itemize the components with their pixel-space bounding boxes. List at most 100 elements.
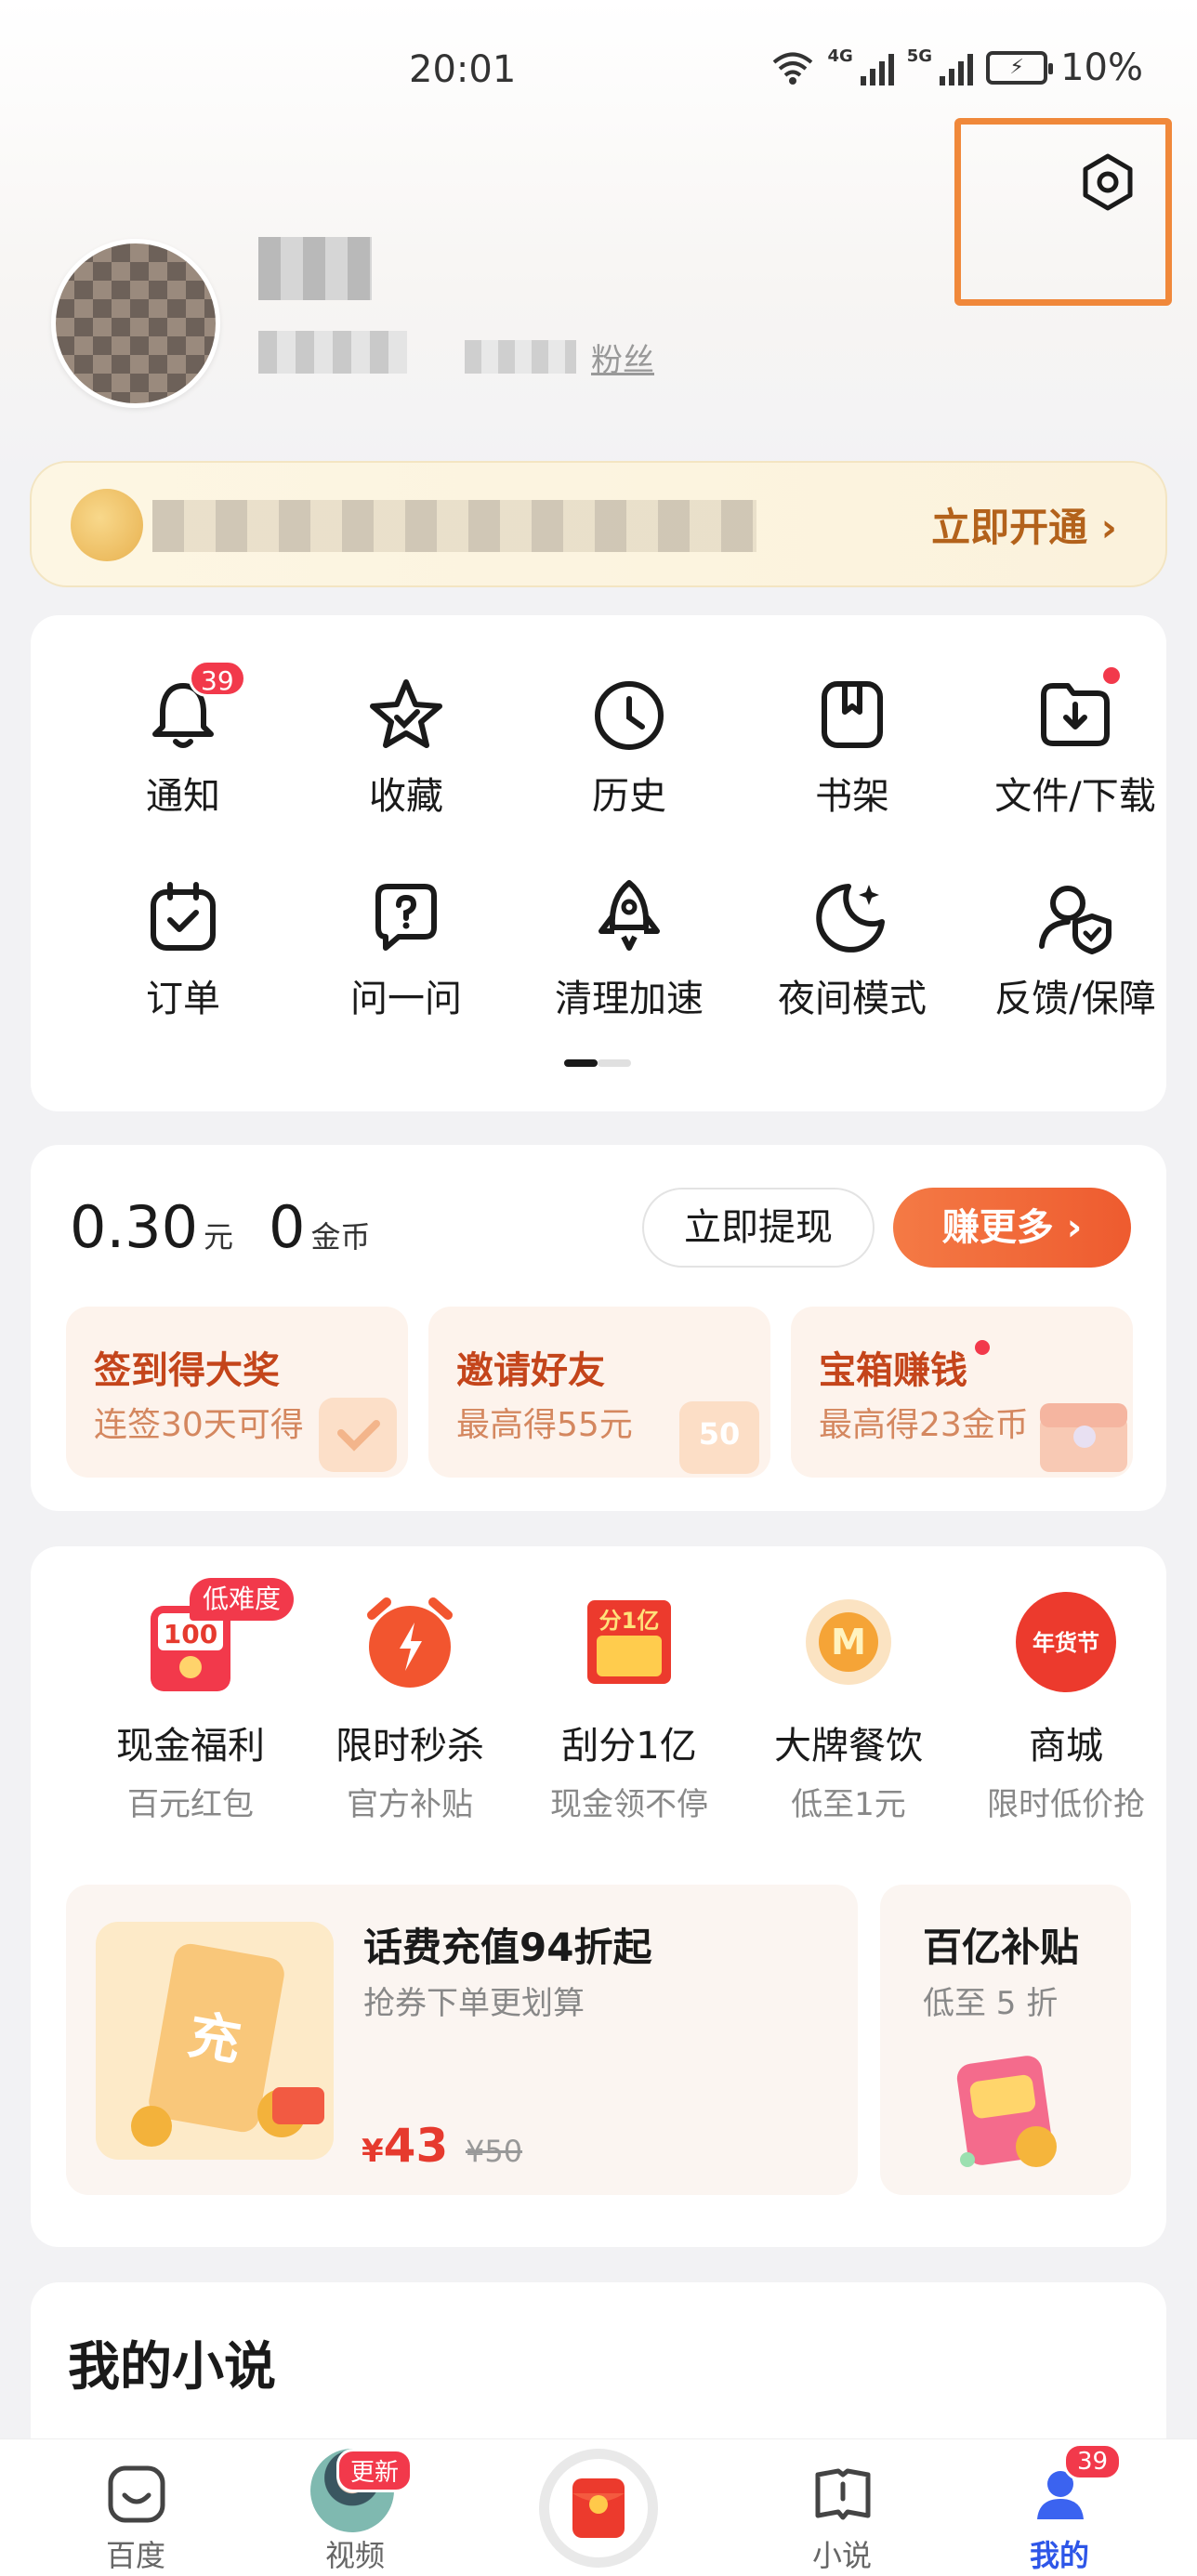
- nav-label: 视频: [324, 2538, 385, 2573]
- tool-label: 反馈/保障: [994, 978, 1156, 1020]
- price-value: 43: [383, 2119, 449, 2173]
- network-type-1: 4G: [827, 46, 853, 66]
- tool-label: 夜间模式: [778, 978, 927, 1020]
- nav-label: 小说: [811, 2538, 872, 2573]
- order-icon: [151, 882, 216, 951]
- task-title-text: 宝箱赚钱: [819, 1349, 967, 1392]
- phone-recharge-icon-text: 充: [184, 2004, 245, 2073]
- settings-icon[interactable]: [1078, 152, 1138, 212]
- tool-ask[interactable]: 问一问: [295, 875, 518, 1022]
- tool-history[interactable]: 历史: [518, 673, 741, 820]
- fans-count-blurred: [465, 340, 576, 374]
- svg-text:50: 50: [699, 1416, 741, 1452]
- video-update-badge: 更新: [336, 2449, 414, 2492]
- tool-bookshelf[interactable]: 书架: [741, 673, 964, 820]
- shop-item-title: 商城: [1029, 1725, 1103, 1768]
- earn-more-button[interactable]: 赚更多 ›: [893, 1188, 1131, 1268]
- feedback-shield-icon: [1039, 886, 1112, 954]
- tools-card: 39 通知 收藏 历史 书架 文件/下载 订单 问一问 清理加速 夜间模式 反馈…: [31, 615, 1166, 1111]
- download-dot: [1103, 667, 1120, 684]
- battery-level: 10%: [1060, 46, 1143, 89]
- tool-night-mode[interactable]: 夜间模式: [741, 875, 964, 1022]
- tool-label: 问一问: [350, 978, 462, 1020]
- download-icon: [1041, 683, 1110, 746]
- calendar-check-icon: [319, 1398, 397, 1472]
- task-desc: 最高得23金币: [819, 1406, 1029, 1444]
- mcdonalds-icon-text: M: [831, 1622, 866, 1663]
- promo-title: 话费充值94折起: [363, 1925, 652, 1970]
- tool-label: 历史: [592, 775, 666, 818]
- promo-phone-recharge[interactable]: 充 话费充值94折起 抢券下单更划算 ¥43 ¥50: [66, 1885, 858, 2195]
- shop-item-desc: 限时低价抢: [987, 1786, 1145, 1823]
- baidu-home-icon: [108, 2465, 165, 2523]
- signal-icon: [860, 50, 894, 85]
- vip-text-blurred: [152, 500, 756, 552]
- task-checkin[interactable]: 签到得大奖 连签30天可得: [66, 1307, 408, 1478]
- promo-desc: 低至 5 折: [923, 1985, 1059, 2022]
- tool-label: 通知: [146, 775, 220, 818]
- signal-icon: [940, 50, 974, 85]
- new-year-festival-icon: 年货节: [1016, 1592, 1116, 1692]
- promo-desc: 抢券下单更划算: [363, 1985, 585, 2022]
- username-blurred[interactable]: [258, 237, 372, 300]
- question-icon: [375, 884, 437, 951]
- nav-label: 我的: [1029, 2538, 1089, 2573]
- settings-highlight: [954, 118, 1172, 306]
- task-title: 邀请好友: [456, 1349, 605, 1392]
- task-treasure[interactable]: 宝箱赚钱 最高得23金币: [791, 1307, 1133, 1478]
- task-invite[interactable]: 邀请好友 最高得55元 50: [428, 1307, 770, 1478]
- shop-flash-sale[interactable]: 限时秒杀 官方补贴: [308, 1587, 512, 1824]
- envelope-amount: 100: [164, 1619, 217, 1649]
- promo-subsidy[interactable]: 百亿补贴 低至 5 折: [880, 1885, 1131, 2195]
- rocket-icon: [598, 880, 660, 951]
- tool-cleanup[interactable]: 清理加速: [518, 875, 741, 1022]
- status-time: 20:01: [409, 48, 517, 91]
- fans-label[interactable]: 粉丝: [591, 335, 654, 380]
- page-dot-active: [564, 1059, 598, 1067]
- shop-item-desc: 官方补贴: [347, 1786, 473, 1823]
- nav-center-inner: [549, 2459, 648, 2557]
- vip-open-button[interactable]: 立即开通 ›: [931, 496, 1117, 553]
- mine-badge: 39: [1063, 2443, 1123, 2480]
- cash-unit: 元: [204, 1219, 234, 1255]
- coin-value: 0: [269, 1193, 306, 1261]
- mcdonalds-icon: M: [806, 1599, 891, 1685]
- cash-value: 0.30: [70, 1193, 199, 1261]
- clock-icon: [595, 681, 664, 750]
- shop-mall[interactable]: 年货节 商城 限时低价抢: [964, 1587, 1168, 1824]
- alarm-clock-icon: [367, 1597, 453, 1688]
- task-desc: 最高得55元: [456, 1406, 633, 1444]
- price-currency: ¥: [362, 2133, 384, 2170]
- coin-balance[interactable]: 0 金币: [269, 1193, 370, 1261]
- tool-downloads[interactable]: 文件/下载: [964, 667, 1187, 820]
- avatar[interactable]: [51, 239, 220, 408]
- moon-icon: [816, 884, 885, 953]
- page-indicator: [564, 1059, 631, 1067]
- shop-split-prize[interactable]: 分1亿 刮分1亿 现金领不停: [527, 1587, 731, 1824]
- shop-item-desc: 低至1元: [791, 1786, 906, 1823]
- tool-notifications[interactable]: 39 通知: [72, 660, 295, 820]
- nav-red-envelope[interactable]: [539, 2449, 658, 2568]
- status-icons: 4G 5G ⚡ 10%: [771, 46, 1143, 89]
- shop-brand-dining[interactable]: M 大牌餐饮 低至1元: [746, 1587, 951, 1824]
- book-icon: [815, 2468, 871, 2520]
- vip-banner[interactable]: 立即开通 ›: [30, 461, 1167, 587]
- star-icon: [370, 679, 442, 748]
- page-dot: [598, 1059, 631, 1067]
- shop-item-title: 大牌餐饮: [774, 1725, 923, 1768]
- wifi-icon: [773, 52, 813, 85]
- tool-label: 文件/下载: [994, 775, 1156, 818]
- withdraw-button[interactable]: 立即提现: [642, 1188, 875, 1268]
- tool-favorites[interactable]: 收藏: [295, 673, 518, 820]
- network-type-2: 5G: [906, 46, 933, 66]
- tool-orders[interactable]: 订单: [72, 875, 295, 1022]
- cash-balance[interactable]: 0.30 元: [70, 1193, 233, 1261]
- phone-recharge-icon: 充: [96, 1922, 334, 2160]
- task-title: 签到得大奖: [94, 1349, 280, 1392]
- tool-feedback[interactable]: 反馈/保障: [964, 875, 1187, 1022]
- shop-item-title: 现金福利: [116, 1725, 265, 1768]
- shop-cash-welfare[interactable]: 100 低难度 现金福利 百元红包: [88, 1578, 295, 1824]
- tool-label: 收藏: [369, 775, 443, 818]
- split-prize-icon: 分1亿: [587, 1600, 671, 1684]
- tool-label: 清理加速: [555, 978, 704, 1020]
